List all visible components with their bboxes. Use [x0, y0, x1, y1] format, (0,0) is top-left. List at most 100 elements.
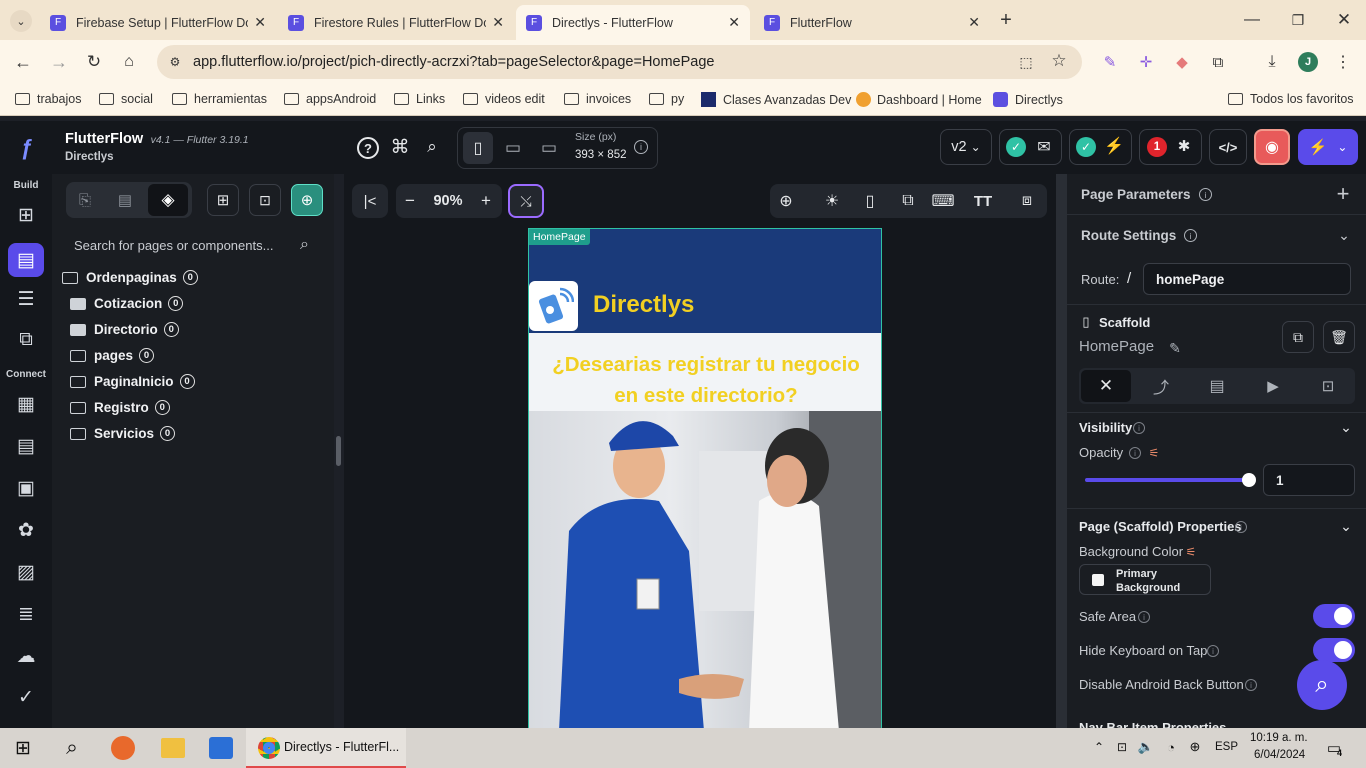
- tree-folder-cotizacion[interactable]: Cotizacion 0: [70, 296, 184, 311]
- library-tab-icon[interactable]: ◈: [148, 184, 188, 216]
- help-search-button[interactable]: ⌕: [1297, 660, 1347, 710]
- volume-icon[interactable]: 🔈: [1138, 739, 1154, 755]
- wifi-icon[interactable]: ◔: [1163, 739, 1179, 755]
- pen-extension-icon[interactable]: ✎: [1100, 52, 1120, 72]
- add-parameter-icon[interactable]: +: [1333, 181, 1353, 206]
- info-icon[interactable]: i: [1207, 645, 1219, 657]
- opacity-slider[interactable]: [1085, 473, 1256, 487]
- animations-tab-icon[interactable]: ▶: [1261, 374, 1285, 398]
- info-icon[interactable]: i: [1133, 422, 1145, 434]
- firestore-icon[interactable]: ▦: [14, 393, 38, 415]
- clock-time[interactable]: 10:19 a. m.: [1250, 732, 1308, 744]
- bookmark-social[interactable]: social: [99, 92, 153, 106]
- branch-selector[interactable]: v2 ⌄: [940, 129, 992, 165]
- search-icon[interactable]: ⌕: [421, 136, 443, 158]
- chevron-down-icon[interactable]: ⌄: [1337, 418, 1355, 436]
- new-folder-icon[interactable]: ⊡: [249, 184, 281, 216]
- avatar[interactable]: J: [1298, 52, 1318, 72]
- edit-icon[interactable]: ✎: [1167, 340, 1183, 356]
- command-icon[interactable]: ⌘: [389, 136, 411, 158]
- tab-search-icon[interactable]: ⌄: [10, 10, 32, 32]
- globe-icon[interactable]: ⊕: [775, 189, 797, 213]
- bookmark-trabajos[interactable]: trabajos: [15, 92, 81, 106]
- chevron-down-icon[interactable]: ⌄: [1335, 226, 1353, 244]
- page-name[interactable]: HomePage: [1079, 338, 1154, 355]
- sync-icon[interactable]: ⊕: [1187, 739, 1203, 755]
- opacity-input[interactable]: 1: [1263, 464, 1355, 496]
- bookmark-dashboard[interactable]: Dashboard | Home: [856, 92, 982, 107]
- menu-icon[interactable]: ⋮: [1333, 52, 1353, 72]
- tree-folder-ordenpaginas[interactable]: Ordenpaginas 0: [62, 270, 198, 285]
- file-explorer-icon[interactable]: [161, 738, 185, 758]
- bookmark-clases[interactable]: Clases Avanzadas Dev: [701, 92, 851, 107]
- site-info-icon[interactable]: ⚙: [167, 54, 183, 70]
- check-status-icon[interactable]: ✓: [1076, 137, 1096, 157]
- forward-icon[interactable]: →: [48, 51, 70, 73]
- tree-folder-registro[interactable]: Registro 0: [70, 400, 170, 415]
- close-icon[interactable]: ✕: [492, 14, 504, 31]
- add-widget-icon[interactable]: ⊞: [14, 204, 38, 226]
- language-indicator[interactable]: ESP: [1215, 741, 1238, 753]
- tree-folder-paginainicio[interactable]: PaginaInicio 0: [70, 374, 195, 389]
- components-tab-icon[interactable]: ▤: [114, 190, 136, 210]
- minimize-button[interactable]: —: [1240, 8, 1264, 32]
- zoom-level[interactable]: 90%: [426, 189, 470, 213]
- zoom-out-button[interactable]: −: [400, 189, 420, 213]
- custom-code-icon[interactable]: ≣: [14, 603, 38, 625]
- desktop-device-icon[interactable]: ▭: [535, 134, 563, 162]
- tablet-device-icon[interactable]: ▭: [500, 134, 526, 162]
- route-input[interactable]: homePage: [1143, 263, 1351, 295]
- install-app-icon[interactable]: ⬚: [1017, 53, 1035, 71]
- phone-preview[interactable]: HomePage Directlys ¿Desearias registrar …: [528, 228, 882, 728]
- docs-tab-icon[interactable]: ⊡: [1316, 374, 1340, 398]
- tree-folder-pages[interactable]: pages 0: [70, 348, 155, 363]
- delete-icon[interactable]: 🗑: [1323, 321, 1355, 353]
- new-tab-button[interactable]: +: [995, 9, 1017, 31]
- panel-resize-handle[interactable]: [336, 436, 341, 466]
- zoom-in-button[interactable]: +: [476, 189, 496, 213]
- close-window-button[interactable]: ✕: [1332, 8, 1356, 32]
- extensions-icon[interactable]: ⧉: [1208, 52, 1228, 72]
- clock-date[interactable]: 6/04/2024: [1254, 749, 1305, 761]
- home-icon[interactable]: ⌂: [118, 51, 140, 73]
- bookmark-all-favorites[interactable]: Todos los favoritos: [1228, 92, 1354, 106]
- windows-start-icon[interactable]: ⊞: [12, 737, 34, 759]
- extension-plus-icon[interactable]: ✛: [1136, 52, 1156, 72]
- api-calls-icon[interactable]: ▣: [14, 477, 38, 499]
- downloads-icon[interactable]: ⤓: [1262, 52, 1282, 72]
- info-icon[interactable]: i: [634, 140, 648, 154]
- backend-query-tab-icon[interactable]: ▤: [1205, 374, 1229, 398]
- bookmark-appsandroid[interactable]: appsAndroid: [284, 92, 376, 106]
- variable-icon[interactable]: ⚟: [1183, 544, 1199, 560]
- bookmark-herramientas[interactable]: herramientas: [172, 92, 267, 106]
- info-icon[interactable]: i: [1184, 229, 1197, 242]
- close-icon[interactable]: ✕: [728, 14, 740, 31]
- tests-icon[interactable]: ✓: [14, 686, 38, 708]
- bookmark-links[interactable]: Links: [394, 92, 445, 106]
- info-icon[interactable]: i: [1199, 188, 1212, 201]
- light-mode-icon[interactable]: ☀: [821, 189, 843, 213]
- page-selector-icon[interactable]: ▤: [8, 243, 44, 277]
- properties-tab-icon[interactable]: ✕: [1081, 370, 1131, 402]
- network-icon[interactable]: ⊡: [1114, 739, 1130, 755]
- cloud-functions-icon[interactable]: ☁: [14, 645, 38, 667]
- url-field[interactable]: ⚙ app.flutterflow.io/project/pich-direct…: [157, 45, 1082, 79]
- browser-tab-directlys[interactable]: F Directlys - FlutterFlow ✕: [516, 5, 750, 40]
- bug-icon[interactable]: ✱: [1174, 136, 1194, 156]
- grid-view-icon[interactable]: ⊞: [207, 184, 239, 216]
- storyboard-icon[interactable]: ⧉: [14, 329, 38, 351]
- media-assets-icon[interactable]: ▨: [14, 561, 38, 583]
- info-icon[interactable]: i: [1235, 521, 1247, 533]
- phone-device-icon[interactable]: ▯: [463, 132, 493, 164]
- actions-tab-icon[interactable]: ⤴: [1149, 374, 1173, 398]
- duplicate-icon[interactable]: ⧉: [1282, 321, 1314, 353]
- check-status-icon[interactable]: ✓: [1006, 137, 1026, 157]
- rotate-device-icon[interactable]: ⧉: [897, 189, 919, 213]
- info-icon[interactable]: i: [1129, 447, 1141, 459]
- search-input[interactable]: Search for pages or components... ⌕: [62, 230, 324, 262]
- browser-tab-firebase[interactable]: F Firebase Setup | FlutterFlow Do ✕: [40, 5, 276, 40]
- app-state-icon[interactable]: ▤: [14, 435, 38, 457]
- hide-keyboard-toggle[interactable]: [1313, 638, 1355, 662]
- bookmark-directlys[interactable]: Directlys: [993, 92, 1063, 107]
- variable-icon[interactable]: ⚟: [1146, 445, 1162, 461]
